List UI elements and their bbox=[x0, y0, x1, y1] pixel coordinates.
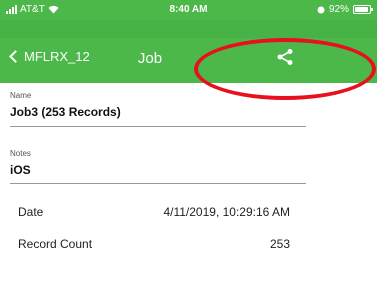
name-label: Name bbox=[10, 91, 32, 100]
notes-value: iOS bbox=[10, 163, 31, 177]
name-underline bbox=[10, 126, 306, 127]
battery-percent: 92% bbox=[328, 4, 349, 15]
status-bar: AT&T 8:40 AM 92% bbox=[0, 0, 377, 20]
record-count-value: 253 bbox=[269, 237, 290, 251]
battery-icon bbox=[353, 5, 373, 14]
record-count-label: Record Count bbox=[18, 237, 93, 251]
notes-underline bbox=[10, 183, 306, 184]
notes-field[interactable]: Notes iOS bbox=[10, 149, 306, 177]
alarm-icon bbox=[317, 6, 325, 13]
date-label: Date bbox=[18, 205, 44, 219]
battery-fill bbox=[355, 7, 368, 12]
name-value: Job3 (253 Records) bbox=[10, 105, 121, 119]
name-field[interactable]: Name Job3 (253 Records) bbox=[10, 91, 306, 119]
notes-label: Notes bbox=[10, 149, 31, 158]
record-count-row: Record Count 253 bbox=[18, 237, 290, 251]
status-right: 92% bbox=[317, 4, 373, 15]
date-value: 4/11/2019, 10:29:16 AM bbox=[163, 205, 290, 219]
date-row: Date 4/11/2019, 10:29:16 AM bbox=[18, 205, 290, 219]
navigation-bar-top-band bbox=[0, 20, 377, 38]
